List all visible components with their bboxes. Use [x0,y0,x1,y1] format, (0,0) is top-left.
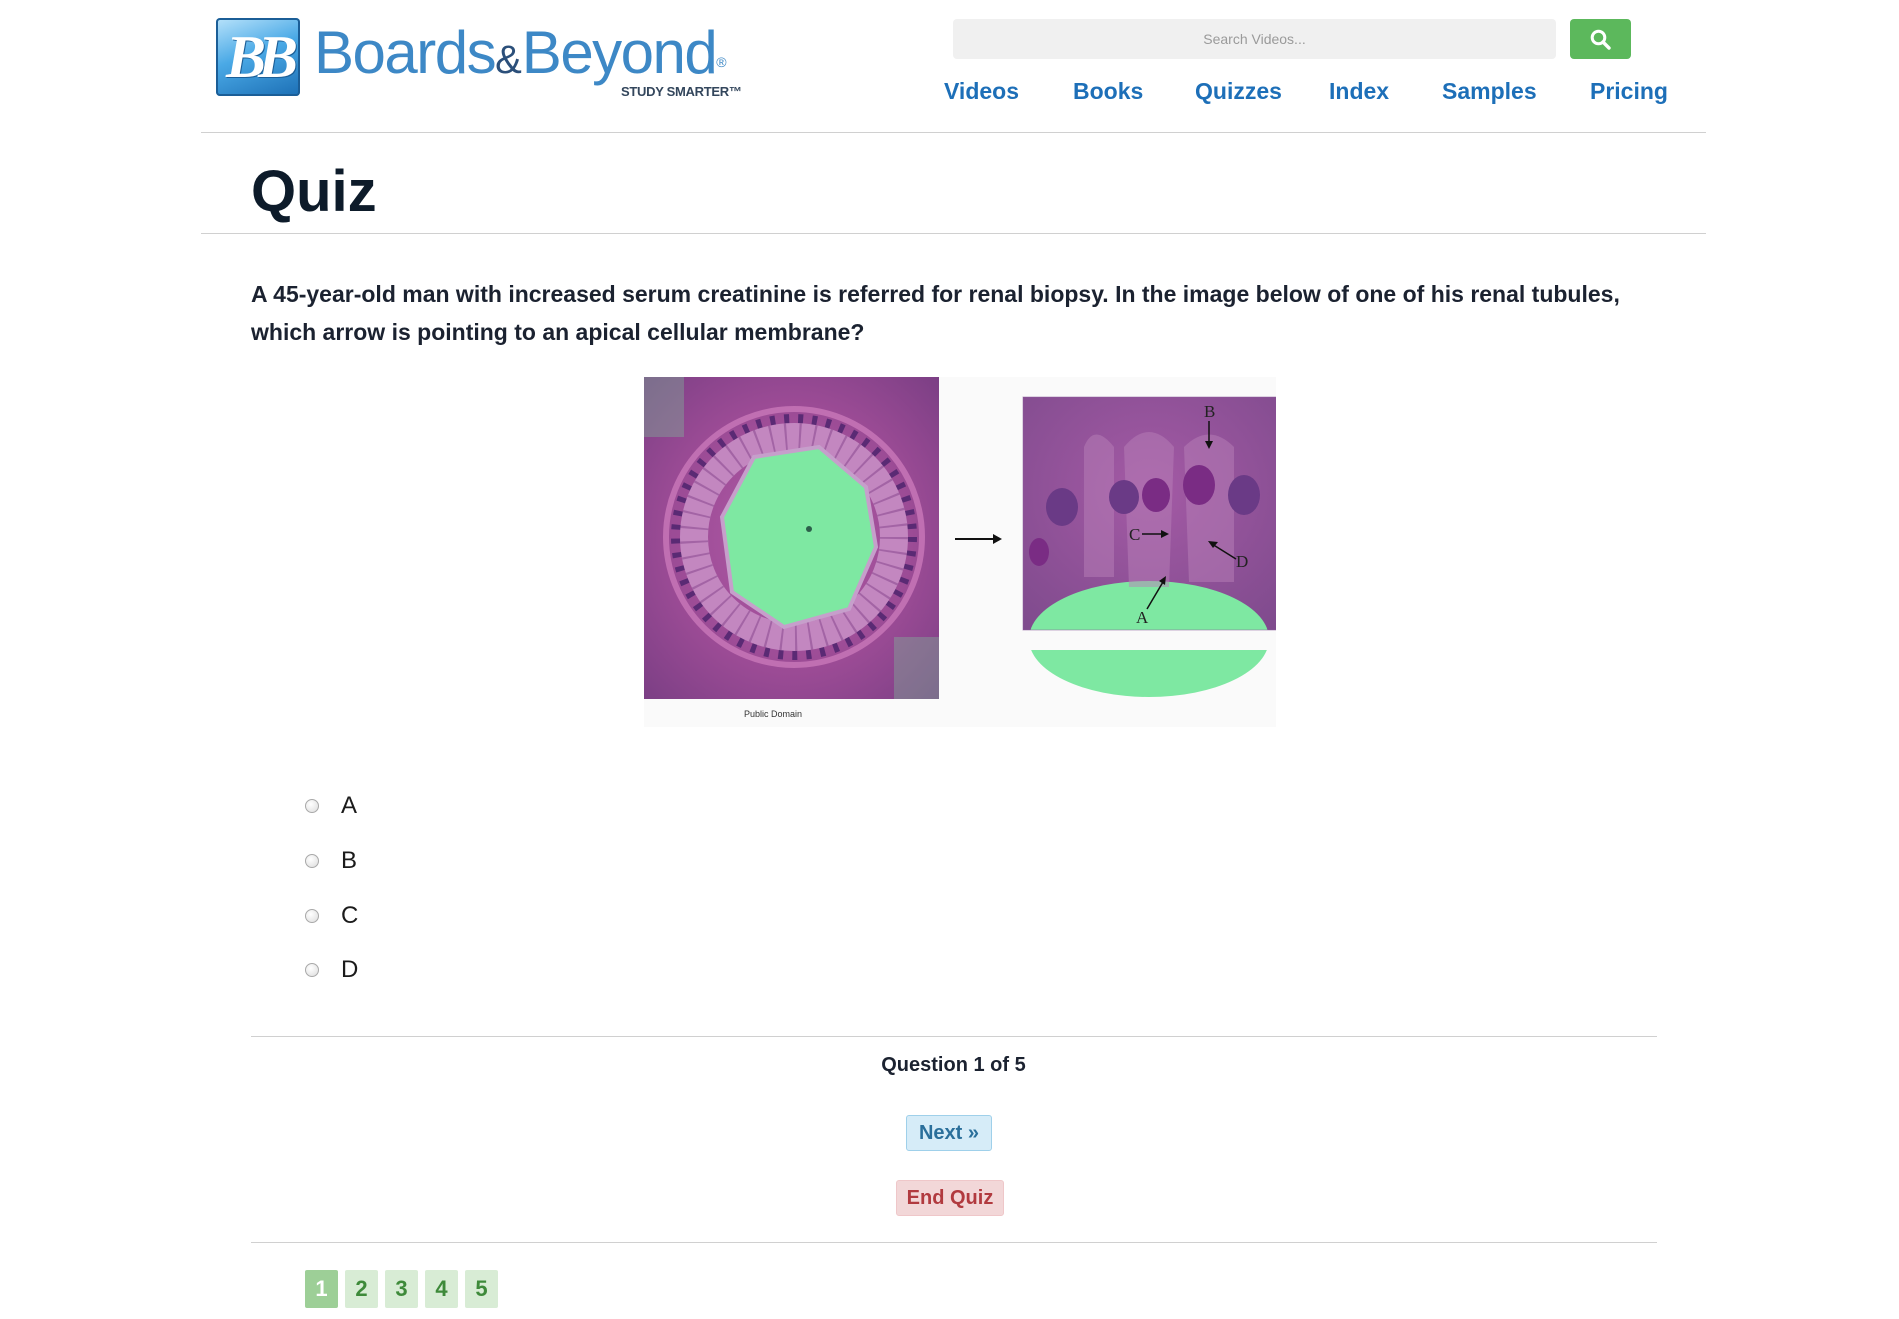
answer-label: C [341,902,359,929]
brand-logo[interactable]: BB Boards&Beyond® STUDY SMARTER™ [216,18,746,102]
counter-label: Question [881,1054,968,1076]
answer-label: B [341,847,358,874]
answer-option[interactable]: B [305,847,505,877]
search-button[interactable] [1570,19,1631,59]
nav-quizzes[interactable]: Quizzes [1195,76,1282,106]
radio-button[interactable] [305,909,319,923]
radio-button[interactable] [305,854,319,868]
arrow-label-d: D [1236,552,1248,571]
arrow-label-c: C [1129,525,1140,544]
counter-of: of [990,1054,1010,1076]
search-input[interactable] [953,19,1556,59]
page-button-1[interactable]: 1 [305,1270,338,1308]
page-button-5[interactable]: 5 [465,1270,498,1308]
page-container: BB Boards&Beyond® STUDY SMARTER™ Videos … [201,0,1706,1319]
nav-samples[interactable]: Samples [1442,76,1537,106]
arrow-label-b: B [1204,402,1215,421]
logo-tagline: STUDY SMARTER™ [621,84,742,99]
counter-current: 1 [973,1054,985,1076]
answer-label: A [341,792,358,819]
answer-option[interactable]: A [305,792,505,822]
arrow-label-a: A [1136,608,1149,627]
header-divider [201,132,1706,133]
micrograph-overview [644,377,939,699]
counter-total: 5 [1014,1054,1026,1076]
answer-option[interactable]: D [305,956,505,986]
micrograph-zoom [1022,396,1276,697]
end-quiz-button[interactable]: End Quiz [896,1180,1004,1216]
question-counter: Question 1 of 5 [201,1054,1706,1077]
page-title: Quiz [251,159,377,224]
radio-button[interactable] [305,963,319,977]
footer-divider [251,1242,1657,1243]
page-button-3[interactable]: 3 [385,1270,418,1308]
nav-videos[interactable]: Videos [944,76,1019,106]
logo-wordmark: Boards&Beyond® [314,22,727,93]
nav-books[interactable]: Books [1073,76,1143,106]
nav-pricing[interactable]: Pricing [1590,76,1668,106]
question-text: A 45-year-old man with increased serum c… [251,281,1620,345]
page-button-4[interactable]: 4 [425,1270,458,1308]
search-icon [1590,29,1611,50]
logo-badge: BB [216,18,300,96]
answer-option[interactable]: C [305,902,505,932]
answer-label: D [341,956,359,983]
logo-word-right: Beyond [521,19,718,86]
image-credit: Public Domain [744,709,802,719]
logo-registered: ® [716,54,727,70]
options-divider [251,1036,1657,1037]
next-button[interactable]: Next » [906,1115,992,1151]
title-divider [201,233,1706,234]
logo-word-left: Boards [314,19,497,86]
page-button-2[interactable]: 2 [345,1270,378,1308]
radio-button[interactable] [305,799,319,813]
logo-ampersand: & [495,38,522,82]
nav-index[interactable]: Index [1329,76,1389,106]
question-image: Public Domain B C D A [644,377,1276,727]
